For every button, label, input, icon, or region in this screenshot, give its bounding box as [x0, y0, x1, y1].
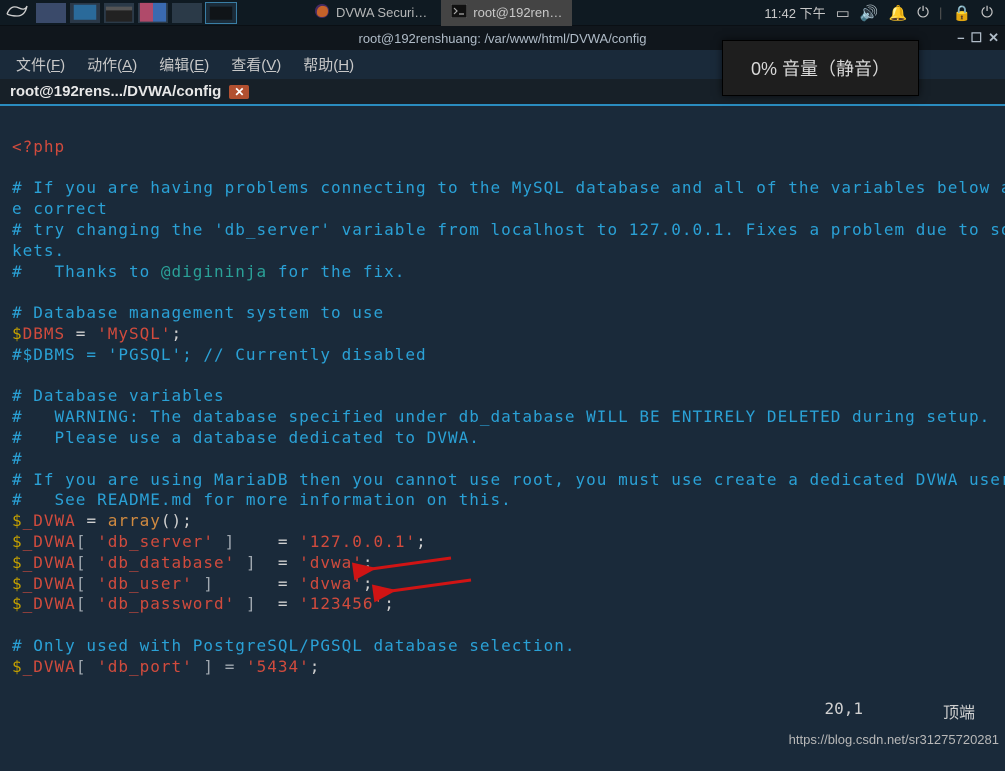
menu-file[interactable]: 文件(F) [16, 54, 65, 75]
lock-icon[interactable]: 🔒 [952, 4, 971, 22]
system-tray: 11:42 下午 ▭ 🔊 🔔 ⏻ | 🔒 ⏻ [764, 3, 1001, 22]
terminal-tab[interactable]: root@192rens.../DVWA/config [10, 83, 221, 100]
workspace-switcher[interactable] [36, 3, 236, 23]
menu-help[interactable]: 帮助(H) [303, 54, 354, 75]
code-comment: kets. [12, 241, 65, 260]
code-comment: # Only used with PostgreSQL/PGSQL databa… [12, 636, 576, 655]
scroll-position: 顶端 [943, 699, 975, 723]
workspace-6[interactable] [206, 3, 236, 23]
menu-action[interactable]: 动作(A) [87, 54, 137, 75]
cursor-position: 20,1 [824, 699, 863, 723]
task-firefox-label: DVWA Securi… [336, 5, 427, 20]
volume-osd-text: 0% 音量（静音） [751, 59, 890, 79]
volume-osd: 0% 音量（静音） [722, 40, 919, 96]
power-icon[interactable]: ⏻ [917, 4, 929, 21]
menu-edit[interactable]: 编辑(E) [159, 54, 209, 75]
firefox-icon [314, 3, 330, 22]
menu-view[interactable]: 查看(V) [231, 54, 281, 75]
code-comment: # [12, 449, 23, 468]
shutdown-icon[interactable]: ⏻ [981, 4, 993, 21]
code-comment: # WARNING: The database specified under … [12, 407, 990, 426]
code-comment: #$DBMS = 'PGSQL'; // Currently disabled [12, 345, 427, 364]
code-php-open: <?php [12, 137, 65, 156]
vim-statusbar: 20,1 顶端 [824, 699, 975, 723]
desktop-top-panel: DVWA Securi… root@192ren… 11:42 下午 ▭ 🔊 🔔… [0, 0, 1005, 26]
volume-icon[interactable]: 🔊 [860, 4, 879, 22]
code-comment: # If you are having problems connecting … [12, 178, 1005, 197]
code-comment: # Database management system to use [12, 303, 384, 322]
editor-content[interactable]: <?php # If you are having problems conne… [0, 106, 1005, 771]
window-title: root@192renshuang: /var/www/html/DVWA/co… [359, 31, 647, 46]
task-terminal-label: root@192ren… [473, 5, 562, 20]
task-terminal[interactable]: root@192ren… [441, 0, 572, 26]
workspace-4[interactable] [138, 3, 168, 23]
notification-icon[interactable]: 🔔 [888, 4, 907, 22]
maximize-icon[interactable]: ☐ [970, 30, 982, 46]
code-comment: # See README.md for more information on … [12, 490, 512, 509]
code-comment: # If you are using MariaDB then you cann… [12, 470, 1005, 489]
tab-close-icon[interactable]: ✕ [229, 85, 249, 99]
code-comment: # Database variables [12, 386, 225, 405]
minimize-icon[interactable]: – [957, 30, 964, 46]
code-comment: # Thanks to [12, 262, 161, 281]
display-icon[interactable]: ▭ [836, 4, 850, 22]
terminal-icon [451, 4, 467, 21]
watermark: https://blog.csdn.net/sr31275720281 [789, 732, 999, 747]
close-icon[interactable]: ✕ [988, 30, 999, 46]
code-comment: # try changing the 'db_server' variable … [12, 220, 1005, 239]
code-mention: @digininja [161, 262, 267, 281]
task-firefox[interactable]: DVWA Securi… [304, 0, 437, 26]
workspace-2[interactable] [70, 3, 100, 23]
workspace-3[interactable] [104, 3, 134, 23]
workspace-5[interactable] [172, 3, 202, 23]
workspace-1[interactable] [36, 3, 66, 23]
kali-logo-icon [5, 2, 29, 25]
code-comment: # Please use a database dedicated to DVW… [12, 428, 480, 447]
code-comment: e correct [12, 199, 108, 218]
clock[interactable]: 11:42 下午 [764, 3, 825, 22]
